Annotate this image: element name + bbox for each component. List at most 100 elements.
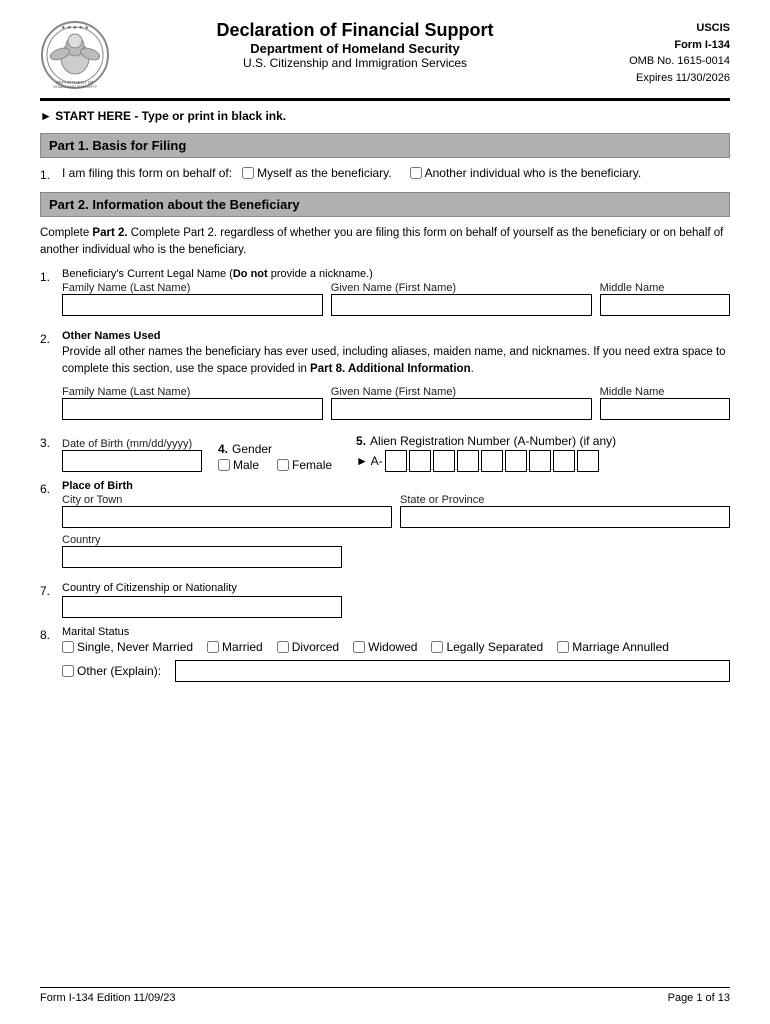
beneficiary-name-label: Beneficiary's Current Legal Name (Do not… bbox=[62, 268, 730, 280]
a-prefix: ► A- bbox=[356, 454, 383, 468]
place-birth-label: Place of Birth bbox=[62, 480, 730, 492]
item6-content: Place of Birth City or Town State or Pro… bbox=[62, 480, 730, 574]
item3-num: 3. bbox=[40, 434, 62, 450]
given-name-label: Given Name (First Name) bbox=[331, 282, 592, 294]
male-checkbox[interactable] bbox=[218, 459, 230, 471]
item8-content: Marital Status Single, Never Married Mar… bbox=[62, 626, 730, 682]
divorced-option[interactable]: Divorced bbox=[277, 640, 339, 654]
divorced-label: Divorced bbox=[292, 640, 339, 654]
item4-num: 4. bbox=[218, 442, 228, 456]
family-name-label: Family Name (Last Name) bbox=[62, 282, 323, 294]
other-names-desc: Provide all other names the beneficiary … bbox=[62, 344, 730, 379]
other-family-input[interactable] bbox=[62, 398, 323, 420]
anum-box-6[interactable] bbox=[505, 450, 527, 472]
gender-label: Gender bbox=[232, 442, 272, 456]
header-right: USCIS Form I-134 OMB No. 1615-0014 Expir… bbox=[600, 20, 730, 86]
part2-intro-rest: Complete Part 2. regardless of whether y… bbox=[40, 227, 723, 256]
anum-box-2[interactable] bbox=[409, 450, 431, 472]
dob-input[interactable] bbox=[62, 450, 202, 472]
country-input[interactable] bbox=[62, 546, 342, 568]
item1-content: I am filing this form on behalf of: Myse… bbox=[62, 166, 730, 180]
middle-name-input[interactable] bbox=[600, 294, 730, 316]
other-marital-option[interactable]: Other (Explain): bbox=[62, 664, 161, 678]
item7-num: 7. bbox=[40, 582, 62, 598]
other-given-label: Given Name (First Name) bbox=[331, 386, 592, 398]
other-marital-label: Other (Explain): bbox=[77, 664, 161, 678]
anum-box-8[interactable] bbox=[553, 450, 575, 472]
widowed-checkbox[interactable] bbox=[353, 641, 365, 653]
annulled-label: Marriage Annulled bbox=[572, 640, 669, 654]
anumber-input-row: ► A- bbox=[356, 450, 730, 472]
family-name-input[interactable] bbox=[62, 294, 323, 316]
part2-item1-row: 1. Beneficiary's Current Legal Name (Do … bbox=[40, 268, 730, 322]
item5-label-row: 5. Alien Registration Number (A-Number) … bbox=[356, 434, 730, 448]
part1-item1-row: 1. I am filing this form on behalf of: M… bbox=[40, 166, 730, 182]
footer-left: Form I-134 Edition 11/09/23 bbox=[40, 992, 176, 1004]
gender-group: 4. Gender Male Female bbox=[218, 442, 340, 472]
other-names-input-row: Family Name (Last Name) Given Name (Firs… bbox=[62, 386, 730, 420]
single-option[interactable]: Single, Never Married bbox=[62, 640, 193, 654]
myself-checkbox[interactable] bbox=[242, 167, 254, 179]
marital-status-label: Marital Status bbox=[62, 626, 730, 638]
middle-name-label: Middle Name bbox=[600, 282, 730, 294]
married-label: Married bbox=[222, 640, 263, 654]
anum-box-4[interactable] bbox=[457, 450, 479, 472]
part2-item7-row: 7. Country of Citizenship or Nationality bbox=[40, 582, 730, 618]
divorced-checkbox[interactable] bbox=[277, 641, 289, 653]
part2-item2-row: 2. Other Names Used Provide all other na… bbox=[40, 330, 730, 427]
annulled-option[interactable]: Marriage Annulled bbox=[557, 640, 669, 654]
item2-other-names: Other Names Used Provide all other names… bbox=[62, 330, 730, 427]
item1-beneficiary: Beneficiary's Current Legal Name (Do not… bbox=[62, 268, 730, 322]
other-given-input[interactable] bbox=[331, 398, 592, 420]
anum-box-9[interactable] bbox=[577, 450, 599, 472]
married-checkbox[interactable] bbox=[207, 641, 219, 653]
other-marital-checkbox[interactable] bbox=[62, 665, 74, 677]
female-checkbox[interactable] bbox=[277, 459, 289, 471]
anum-box-7[interactable] bbox=[529, 450, 551, 472]
anum-box-5[interactable] bbox=[481, 450, 503, 472]
other-marital-input[interactable] bbox=[175, 660, 730, 682]
citizenship-input[interactable] bbox=[62, 596, 342, 618]
widowed-option[interactable]: Widowed bbox=[353, 640, 417, 654]
state-input[interactable] bbox=[400, 506, 730, 528]
item345-inline: Date of Birth (mm/dd/yyyy) 4. Gender Mal… bbox=[62, 434, 730, 472]
single-checkbox[interactable] bbox=[62, 641, 74, 653]
item4-label-row: 4. Gender bbox=[218, 442, 340, 456]
start-here-text: ► START HERE - Type or print in black in… bbox=[40, 109, 730, 123]
state-label: State or Province bbox=[400, 494, 730, 506]
agency-name: U.S. Citizenship and Immigration Service… bbox=[120, 56, 590, 70]
female-option[interactable]: Female bbox=[277, 458, 332, 472]
myself-option[interactable]: Myself as the beneficiary. bbox=[242, 166, 392, 180]
annulled-checkbox[interactable] bbox=[557, 641, 569, 653]
citizenship-label: Country of Citizenship or Nationality bbox=[62, 582, 730, 594]
other-middle-input[interactable] bbox=[600, 398, 730, 420]
other-family-label: Family Name (Last Name) bbox=[62, 386, 323, 398]
city-group: City or Town bbox=[62, 494, 392, 528]
another-checkbox[interactable] bbox=[410, 167, 422, 179]
other-middle-name-group: Middle Name bbox=[600, 386, 730, 420]
part2-item345-row: 3. Date of Birth (mm/dd/yyyy) 4. Gender bbox=[40, 434, 730, 472]
state-group: State or Province bbox=[400, 494, 730, 528]
anum-box-1[interactable] bbox=[385, 450, 407, 472]
dob-group: Date of Birth (mm/dd/yyyy) bbox=[62, 438, 202, 472]
family-name-group: Family Name (Last Name) bbox=[62, 282, 323, 316]
other-middle-label: Middle Name bbox=[600, 386, 730, 398]
do-not-bold: Do not bbox=[233, 268, 268, 280]
separated-checkbox[interactable] bbox=[431, 641, 443, 653]
dob-label: Date of Birth (mm/dd/yyyy) bbox=[62, 438, 202, 450]
part2-item8-row: 8. Marital Status Single, Never Married … bbox=[40, 626, 730, 682]
separated-option[interactable]: Legally Separated bbox=[431, 640, 543, 654]
anum-box-3[interactable] bbox=[433, 450, 455, 472]
other-marital-row: Other (Explain): bbox=[62, 660, 730, 682]
male-option[interactable]: Male bbox=[218, 458, 259, 472]
another-option[interactable]: Another individual who is the beneficiar… bbox=[410, 166, 642, 180]
item6-num: 6. bbox=[40, 480, 62, 496]
middle-name-group: Middle Name bbox=[600, 282, 730, 316]
beneficiary-name-row: Family Name (Last Name) Given Name (Firs… bbox=[62, 282, 730, 316]
marital-options-row: Single, Never Married Married Divorced W… bbox=[62, 640, 730, 654]
anumber-group: 5. Alien Registration Number (A-Number) … bbox=[356, 434, 730, 472]
married-option[interactable]: Married bbox=[207, 640, 263, 654]
city-input[interactable] bbox=[62, 506, 392, 528]
given-name-input[interactable] bbox=[331, 294, 592, 316]
part1-header: Part 1. Basis for Filing bbox=[40, 133, 730, 158]
